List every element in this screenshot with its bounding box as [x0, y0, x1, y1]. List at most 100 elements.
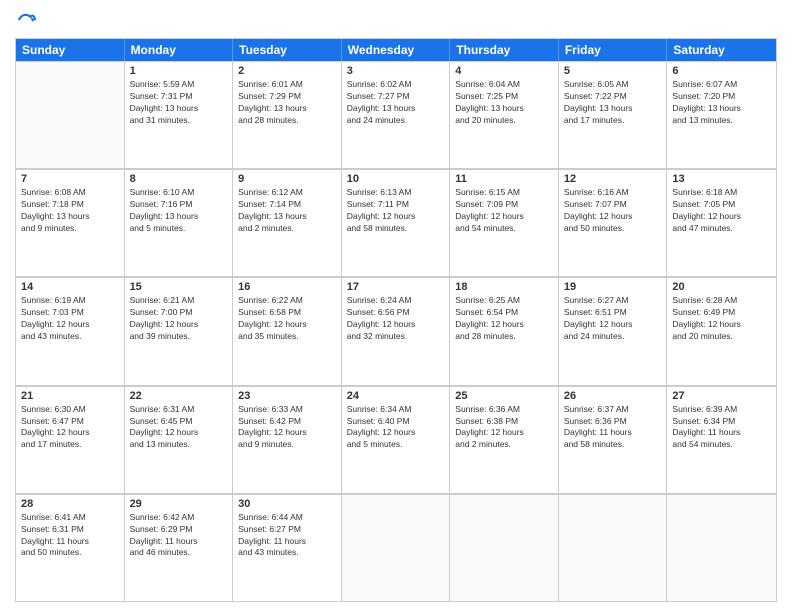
day-number: 14: [21, 281, 119, 293]
cell-info: Sunrise: 6:08 AMSunset: 7:18 PMDaylight:…: [21, 187, 119, 235]
calendar-cell: 19 Sunrise: 6:27 AMSunset: 6:51 PMDayligh…: [559, 277, 668, 384]
day-number: 4: [455, 65, 553, 77]
day-number: 19: [564, 281, 662, 293]
header-day-tuesday: Tuesday: [233, 39, 342, 61]
calendar-cell: 25 Sunrise: 6:36 AMSunset: 6:38 PMDayligh…: [450, 386, 559, 493]
cell-info: Sunrise: 6:42 AMSunset: 6:29 PMDaylight:…: [130, 512, 228, 560]
day-number: 21: [21, 390, 119, 402]
day-number: 27: [672, 390, 771, 402]
calendar-body: 1 Sunrise: 5:59 AMSunset: 7:31 PMDaylight…: [16, 61, 776, 601]
calendar-cell: 13 Sunrise: 6:18 AMSunset: 7:05 PMDayligh…: [667, 169, 776, 276]
calendar-cell: [667, 494, 776, 601]
day-number: 8: [130, 173, 228, 185]
calendar-cell: 14 Sunrise: 6:19 AMSunset: 7:03 PMDayligh…: [16, 277, 125, 384]
calendar-cell: 10 Sunrise: 6:13 AMSunset: 7:11 PMDayligh…: [342, 169, 451, 276]
day-number: 23: [238, 390, 336, 402]
calendar-cell: [342, 494, 451, 601]
calendar-cell: 15 Sunrise: 6:21 AMSunset: 7:00 PMDayligh…: [125, 277, 234, 384]
calendar-cell: 29 Sunrise: 6:42 AMSunset: 6:29 PMDayligh…: [125, 494, 234, 601]
cell-info: Sunrise: 6:15 AMSunset: 7:09 PMDaylight:…: [455, 187, 553, 235]
calendar-cell: 8 Sunrise: 6:10 AMSunset: 7:16 PMDaylight…: [125, 169, 234, 276]
calendar-row-5: 28Sunrise: 6:41 AMSunset: 6:31 PMDayligh…: [16, 494, 776, 601]
calendar-cell: 21 Sunrise: 6:30 AMSunset: 6:47 PMDayligh…: [16, 386, 125, 493]
cell-info: Sunrise: 6:39 AMSunset: 6:34 PMDaylight:…: [672, 404, 771, 452]
cell-info: Sunrise: 6:31 AMSunset: 6:45 PMDaylight:…: [130, 404, 228, 452]
calendar-cell: 5 Sunrise: 6:05 AMSunset: 7:22 PMDaylight…: [559, 61, 668, 168]
day-number: 16: [238, 281, 336, 293]
cell-info: Sunrise: 6:37 AMSunset: 6:36 PMDaylight:…: [564, 404, 662, 452]
day-number: 13: [672, 173, 771, 185]
calendar-cell: 1 Sunrise: 5:59 AMSunset: 7:31 PMDaylight…: [125, 61, 234, 168]
calendar: SundayMondayTuesdayWednesdayThursdayFrid…: [15, 38, 777, 602]
day-number: 24: [347, 390, 445, 402]
page-header: [15, 10, 777, 30]
calendar-row-1: 1 Sunrise: 5:59 AMSunset: 7:31 PMDaylight…: [16, 61, 776, 169]
cell-info: Sunrise: 6:30 AMSunset: 6:47 PMDaylight:…: [21, 404, 119, 452]
day-number: 10: [347, 173, 445, 185]
calendar-cell: 3 Sunrise: 6:02 AMSunset: 7:27 PMDaylight…: [342, 61, 451, 168]
cell-info: Sunrise: 6:13 AMSunset: 7:11 PMDaylight:…: [347, 187, 445, 235]
calendar-cell: [16, 61, 125, 168]
day-number: 20: [672, 281, 771, 293]
calendar-cell: 30 Sunrise: 6:44 AMSunset: 6:27 PMDayligh…: [233, 494, 342, 601]
calendar-row-3: 14 Sunrise: 6:19 AMSunset: 7:03 PMDayligh…: [16, 277, 776, 385]
day-number: 18: [455, 281, 553, 293]
day-number: 5: [564, 65, 662, 77]
cell-info: Sunrise: 6:10 AMSunset: 7:16 PMDaylight:…: [130, 187, 228, 235]
calendar-cell: 17Sunrise: 6:24 AMSunset: 6:56 PMDayligh…: [342, 277, 451, 384]
calendar-cell: 16 Sunrise: 6:22 AMSunset: 6:58 PMDayligh…: [233, 277, 342, 384]
header-day-saturday: Saturday: [667, 39, 776, 61]
cell-info: Sunrise: 6:25 AMSunset: 6:54 PMDaylight:…: [455, 295, 553, 343]
cell-info: Sunrise: 6:16 AMSunset: 7:07 PMDaylight:…: [564, 187, 662, 235]
logo-icon: [17, 10, 37, 30]
day-number: 30: [238, 498, 336, 510]
day-number: 7: [21, 173, 119, 185]
calendar-cell: [450, 494, 559, 601]
cell-info: Sunrise: 6:27 AMSunset: 6:51 PMDaylight:…: [564, 295, 662, 343]
header-day-monday: Monday: [125, 39, 234, 61]
calendar-cell: 20Sunrise: 6:28 AMSunset: 6:49 PMDayligh…: [667, 277, 776, 384]
day-number: 6: [672, 65, 771, 77]
cell-info: Sunrise: 6:33 AMSunset: 6:42 PMDaylight:…: [238, 404, 336, 452]
calendar-cell: 24Sunrise: 6:34 AMSunset: 6:40 PMDayligh…: [342, 386, 451, 493]
day-number: 25: [455, 390, 553, 402]
calendar-cell: 18 Sunrise: 6:25 AMSunset: 6:54 PMDayligh…: [450, 277, 559, 384]
header-day-sunday: Sunday: [16, 39, 125, 61]
header-day-wednesday: Wednesday: [342, 39, 451, 61]
calendar-cell: 2 Sunrise: 6:01 AMSunset: 7:29 PMDaylight…: [233, 61, 342, 168]
calendar-cell: 7 Sunrise: 6:08 AMSunset: 7:18 PMDaylight…: [16, 169, 125, 276]
day-number: 12: [564, 173, 662, 185]
cell-info: Sunrise: 6:22 AMSunset: 6:58 PMDaylight:…: [238, 295, 336, 343]
cell-info: Sunrise: 6:04 AMSunset: 7:25 PMDaylight:…: [455, 79, 553, 127]
calendar-cell: 9 Sunrise: 6:12 AMSunset: 7:14 PMDaylight…: [233, 169, 342, 276]
logo: [15, 10, 37, 30]
calendar-cell: 26Sunrise: 6:37 AMSunset: 6:36 PMDayligh…: [559, 386, 668, 493]
day-number: 1: [130, 65, 228, 77]
day-number: 15: [130, 281, 228, 293]
day-number: 2: [238, 65, 336, 77]
day-number: 3: [347, 65, 445, 77]
cell-info: Sunrise: 6:12 AMSunset: 7:14 PMDaylight:…: [238, 187, 336, 235]
cell-info: Sunrise: 6:02 AMSunset: 7:27 PMDaylight:…: [347, 79, 445, 127]
header-day-friday: Friday: [559, 39, 668, 61]
calendar-row-4: 21 Sunrise: 6:30 AMSunset: 6:47 PMDayligh…: [16, 386, 776, 494]
day-number: 11: [455, 173, 553, 185]
cell-info: Sunrise: 6:36 AMSunset: 6:38 PMDaylight:…: [455, 404, 553, 452]
day-number: 29: [130, 498, 228, 510]
cell-info: Sunrise: 6:19 AMSunset: 7:03 PMDaylight:…: [21, 295, 119, 343]
day-number: 22: [130, 390, 228, 402]
cell-info: Sunrise: 6:44 AMSunset: 6:27 PMDaylight:…: [238, 512, 336, 560]
calendar-row-2: 7 Sunrise: 6:08 AMSunset: 7:18 PMDaylight…: [16, 169, 776, 277]
cell-info: Sunrise: 6:07 AMSunset: 7:20 PMDaylight:…: [672, 79, 771, 127]
calendar-cell: 6 Sunrise: 6:07 AMSunset: 7:20 PMDaylight…: [667, 61, 776, 168]
cell-info: Sunrise: 6:05 AMSunset: 7:22 PMDaylight:…: [564, 79, 662, 127]
day-number: 17: [347, 281, 445, 293]
calendar-cell: 28Sunrise: 6:41 AMSunset: 6:31 PMDayligh…: [16, 494, 125, 601]
calendar-cell: 4 Sunrise: 6:04 AMSunset: 7:25 PMDaylight…: [450, 61, 559, 168]
day-number: 9: [238, 173, 336, 185]
cell-info: Sunrise: 5:59 AMSunset: 7:31 PMDaylight:…: [130, 79, 228, 127]
cell-info: Sunrise: 6:21 AMSunset: 7:00 PMDaylight:…: [130, 295, 228, 343]
calendar-header: SundayMondayTuesdayWednesdayThursdayFrid…: [16, 39, 776, 61]
cell-info: Sunrise: 6:18 AMSunset: 7:05 PMDaylight:…: [672, 187, 771, 235]
cell-info: Sunrise: 6:01 AMSunset: 7:29 PMDaylight:…: [238, 79, 336, 127]
